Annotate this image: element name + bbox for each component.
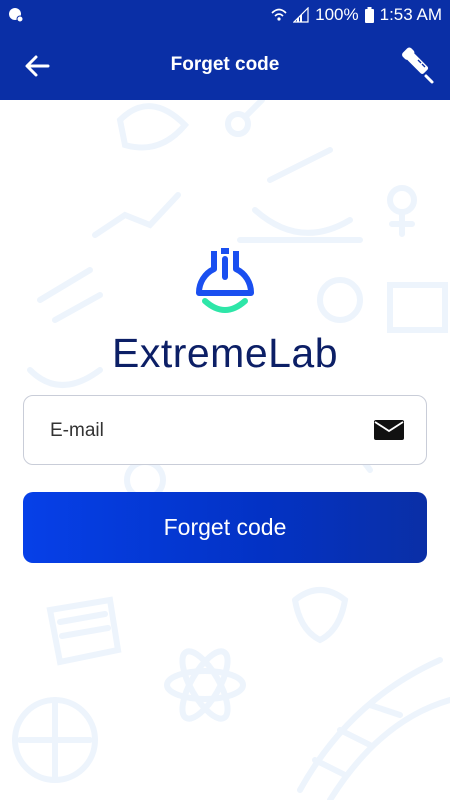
page-title: Forget code: [170, 54, 280, 75]
forget-code-button[interactable]: Forget code: [23, 492, 427, 563]
extremelab-logo-icon: [195, 248, 255, 313]
notification-icon: [9, 8, 24, 23]
mail-icon: [374, 420, 404, 440]
battery-percent: 100%: [315, 5, 359, 24]
status-icons: 100% 1:53 AM: [271, 0, 442, 30]
forget-code-button-label: Forget code: [163, 514, 287, 540]
brand-name: ExtremeLab: [111, 330, 339, 376]
email-input[interactable]: [48, 396, 372, 466]
status-bar: 100% 1:53 AM: [0, 0, 450, 30]
signal-icon: [293, 7, 309, 23]
pipette-icon[interactable]: [398, 46, 438, 86]
clock: 1:53 AM: [379, 5, 442, 24]
wifi-icon: [271, 8, 287, 21]
app-bar: Forget code: [0, 30, 450, 100]
email-field[interactable]: [23, 395, 427, 466]
battery-icon: [364, 7, 374, 23]
